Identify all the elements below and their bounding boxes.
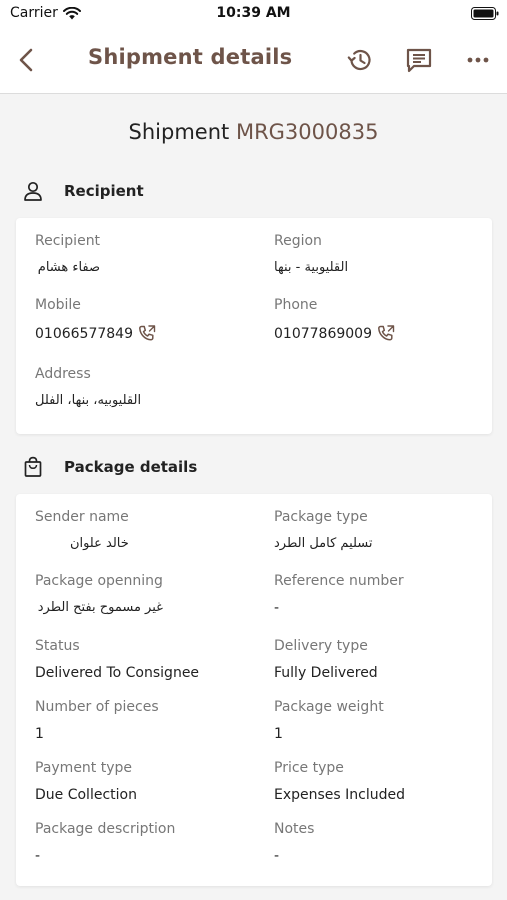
package-section-title: Package details: [64, 458, 198, 476]
delivery-type-field: Delivery type Fully Delivered: [274, 638, 378, 681]
weight-label: Package weight: [274, 699, 384, 715]
more-icon[interactable]: [463, 45, 493, 75]
mobile-value: 01066577849: [35, 326, 133, 342]
shipment-prefix: Shipment: [128, 120, 230, 144]
battery-icon: [471, 7, 499, 20]
delivery-type-value: Fully Delivered: [274, 665, 378, 681]
shipment-heading: Shipment MRG3000835: [0, 120, 507, 144]
comment-icon[interactable]: [404, 45, 434, 75]
recipient-label: Recipient: [35, 233, 101, 249]
opening-value: غير مسموح بفتح الطرد: [37, 600, 163, 615]
shipment-code: MRG3000835: [235, 120, 379, 144]
payment-label: Payment type: [35, 760, 133, 776]
weight-value: 1: [274, 726, 283, 742]
status-value: Delivered To Consignee: [35, 665, 200, 681]
price-field: Price type Expenses Included: [274, 760, 405, 803]
mobile-value-row: 01066577849: [35, 324, 157, 344]
opening-field: Package openning غير مسموح بفتح الطرد: [35, 573, 163, 615]
status-bar: Carrier 10:39 AM: [0, 0, 507, 28]
sender-label: Sender name: [35, 509, 129, 525]
phone-value-row: 01077869009: [274, 324, 396, 344]
sender-field: Sender name خالد علوان: [35, 509, 129, 551]
history-icon[interactable]: [345, 45, 375, 75]
package-card: Sender name خالد علوان Package type تسلي…: [16, 494, 492, 886]
region-field: Region القليوبية - بنها: [274, 233, 348, 275]
recipient-section-title: Recipient: [64, 182, 144, 200]
notes-value: -: [274, 848, 280, 864]
weight-field: Package weight 1: [274, 699, 384, 742]
address-label: Address: [35, 366, 91, 382]
phone-call-icon[interactable]: [376, 324, 396, 344]
price-label: Price type: [274, 760, 344, 776]
pieces-value: 1: [35, 726, 44, 742]
description-value: -: [35, 848, 41, 864]
notes-field: Notes -: [274, 821, 314, 864]
address-field: Address القليوبيه، بنها، الفلل: [35, 366, 141, 408]
reference-value: -: [274, 600, 280, 616]
description-field: Package description -: [35, 821, 175, 864]
region-label: Region: [274, 233, 322, 249]
delivery-type-label: Delivery type: [274, 638, 368, 654]
status-field: Status Delivered To Consignee: [35, 638, 199, 681]
shopping-bag-icon: [24, 456, 42, 477]
mobile-field: Mobile 01066577849: [35, 297, 157, 344]
pieces-label: Number of pieces: [35, 699, 159, 715]
package-type-field: Package type تسليم كامل الطرد: [274, 509, 373, 551]
recipient-section-header: Recipient: [22, 177, 144, 205]
price-value: Expenses Included: [274, 787, 406, 803]
reference-field: Reference number -: [274, 573, 404, 616]
payment-field: Payment type Due Collection: [35, 760, 137, 803]
opening-label: Package openning: [35, 573, 163, 589]
description-label: Package description: [35, 821, 176, 837]
recipient-card: Recipient صفاء هشام Region القليوبية - ب…: [16, 218, 492, 434]
phone-value: 01077869009: [274, 326, 372, 342]
recipient-field: Recipient صفاء هشام: [35, 233, 100, 275]
person-icon: [24, 181, 42, 201]
notes-label: Notes: [274, 821, 315, 837]
recipient-value: صفاء هشام: [37, 260, 101, 275]
phone-field: Phone 01077869009: [274, 297, 396, 344]
package-section-header: Package details: [22, 453, 197, 481]
mobile-label: Mobile: [35, 297, 81, 313]
region-value: القليوبية - بنها: [274, 260, 349, 275]
reference-label: Reference number: [274, 573, 404, 589]
phone-label: Phone: [274, 297, 318, 313]
navigation-bar: Shipment details: [0, 28, 507, 94]
sender-value: خالد علوان: [69, 536, 129, 551]
clock: 10:39 AM: [216, 5, 291, 21]
payment-value: Due Collection: [35, 787, 137, 803]
page-title: Shipment details: [88, 45, 293, 69]
package-type-value: تسليم كامل الطرد: [274, 536, 373, 551]
phone-call-icon[interactable]: [137, 324, 157, 344]
package-type-label: Package type: [274, 509, 368, 525]
status-label: Status: [35, 638, 80, 654]
address-value: القليوبيه، بنها، الفلل: [35, 393, 142, 408]
pieces-field: Number of pieces 1: [35, 699, 159, 742]
back-chevron-icon[interactable]: [14, 46, 40, 74]
